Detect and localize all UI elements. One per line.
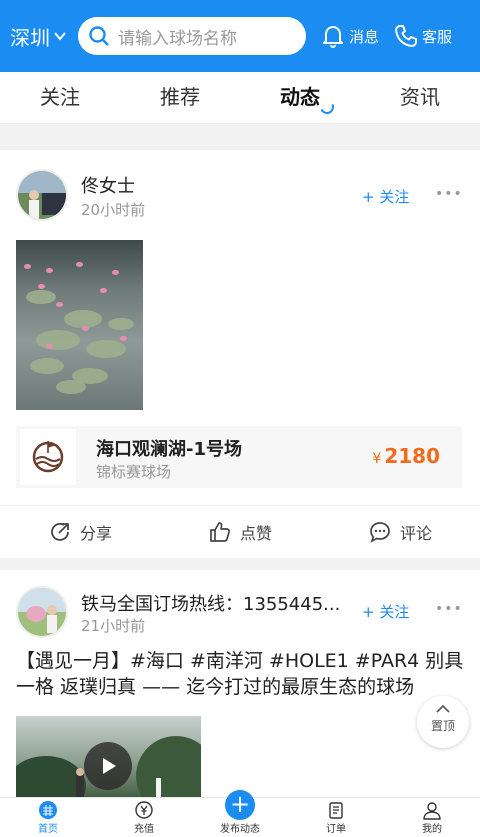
post-time: 20小时前 [81,201,146,219]
price-value: 2180 [384,444,440,468]
messages-button[interactable]: 消息 [320,23,379,49]
play-icon [103,758,116,774]
search-icon [89,26,109,46]
post-image[interactable] [16,240,143,410]
venue-type: 锦标赛球场 [96,463,172,481]
share-label: 分享 [79,523,112,543]
phone-icon [395,25,418,47]
play-button[interactable] [84,742,132,790]
top-header: 深圳 请输入球场名称 消息 客服 [0,0,480,72]
more-options-button[interactable]: ••• [435,601,463,617]
chevron-down-icon [54,32,66,41]
nav-publish[interactable]: + 发布动态 [192,790,288,837]
post-time: 21小时前 [81,617,146,635]
search-input[interactable]: 请输入球场名称 [78,17,306,55]
avatar[interactable] [16,586,68,638]
avatar[interactable] [16,169,68,221]
more-options-button[interactable]: ••• [435,186,463,202]
nav-orders-label: 订单 [326,824,346,835]
nav-home[interactable]: 首页 [0,798,96,837]
profile-icon [423,802,441,820]
messages-label: 消息 [349,27,380,46]
thumbs-up-icon [210,521,230,542]
city-label: 深圳 [10,25,50,50]
search-placeholder: 请输入球场名称 [118,28,237,49]
share-icon [51,522,69,541]
tab-follow[interactable]: 关注 [0,72,120,123]
feed-tabs: 关注 推荐 动态 资讯 [0,72,480,124]
home-icon [39,801,57,819]
service-label: 客服 [422,27,453,46]
tab-news[interactable]: 资讯 [360,72,480,123]
nav-profile[interactable]: 我的 [384,798,480,837]
nav-orders[interactable]: 订单 [288,798,384,837]
post-author[interactable]: 铁马全国订场热线：1355445... [81,590,340,616]
order-icon [329,802,343,819]
comment-icon [370,521,390,543]
recharge-icon [135,801,153,819]
follow-button[interactable]: + 关注 [362,186,409,207]
comment-label: 评论 [399,523,432,543]
tab-moments[interactable]: 动态 [240,72,360,123]
share-button[interactable]: 分享 [0,506,160,557]
chevron-up-icon [436,704,450,713]
follow-button[interactable]: + 关注 [362,601,409,622]
nav-recharge[interactable]: 充值 [96,798,192,837]
venue-logo [20,429,76,485]
venue-card[interactable]: 海口观澜湖-1号场 锦标赛球场 ¥2180 [16,426,462,488]
customer-service-button[interactable]: 客服 [393,23,452,49]
venue-price: ¥2180 [372,444,440,468]
publish-icon: + [225,790,255,820]
comment-button[interactable]: 评论 [320,506,480,557]
nav-publish-label: 发布动态 [220,824,260,835]
avatar-photo [18,171,66,219]
like-label: 点赞 [239,523,272,543]
bottom-nav: 首页 充值 + 发布动态 订单 我的 [0,790,480,837]
city-selector[interactable]: 深圳 [10,22,68,51]
like-button[interactable]: 点赞 [160,506,320,557]
nav-profile-label: 我的 [422,824,442,835]
nav-recharge-label: 充值 [134,824,154,835]
tab-recommend[interactable]: 推荐 [120,72,240,123]
bell-icon [323,26,343,48]
post-author[interactable]: 佟女士 [81,172,135,198]
price-currency: ¥ [372,451,382,467]
post-card[interactable]: 铁马全国订场热线：1355445... 21小时前 + 关注 ••• 【遇见一月… [0,570,480,800]
back-to-top-button[interactable]: 置顶 [417,696,469,748]
venue-name: 海口观澜湖-1号场 [96,439,242,460]
nav-home-label: 首页 [38,824,58,835]
avatar-photo [18,588,66,636]
back-to-top-label: 置顶 [430,719,455,733]
post-card[interactable]: 佟女士 20小时前 + 关注 ••• 海口观澜湖-1号场 锦标赛球场 ¥ 218… [0,150,480,558]
post-actions: 分享 点赞 评论 [0,505,480,557]
post-text: 【遇见一月】#海口 #南洋河 #HOLE1 #PAR4 别具一格 返璞归真 ——… [16,650,464,698]
post-video[interactable] [16,716,201,800]
